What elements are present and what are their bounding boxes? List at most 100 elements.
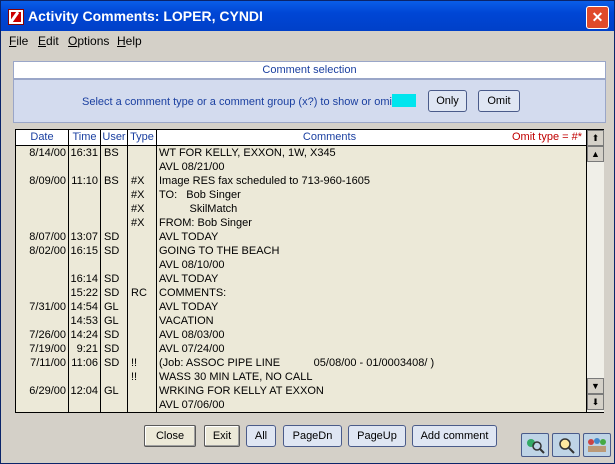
table-row[interactable]: #X FROM: Bob Singer: [16, 216, 585, 230]
cell-user: BS: [104, 147, 119, 159]
cell-time: [69, 370, 98, 384]
cell-comment: WT FOR KELLY, EXXON, 1W, X345: [159, 147, 336, 159]
scroll-bottom-button[interactable]: ⬇: [587, 394, 604, 410]
app-icon: [8, 9, 24, 25]
add-comment-button[interactable]: Add comment: [412, 425, 497, 447]
magnify-icon[interactable]: [552, 433, 580, 457]
scroll-up-button[interactable]: ▲: [587, 146, 604, 162]
vertical-scrollbar[interactable]: ⬆ ▲ ▼ ⬇: [586, 130, 604, 412]
people-search-icon[interactable]: [521, 433, 549, 457]
cell-type: !!: [131, 357, 138, 369]
omit-button[interactable]: Omit: [478, 90, 520, 112]
cell-comment: AVL TODAY: [159, 273, 219, 285]
cell-type: !!: [131, 371, 138, 383]
cell-time: 16:15: [70, 245, 98, 257]
cell-user: SD: [104, 343, 120, 355]
table-row[interactable]: 8/14/00 16:31 BS WT FOR KELLY, EXXON, 1W, X…: [16, 146, 585, 160]
cell-type: [131, 314, 155, 328]
cell-comment: AVL 08/10/00: [159, 259, 225, 271]
cell-time: 13:07: [70, 231, 98, 243]
cell-time: [69, 398, 98, 412]
table-row[interactable]: !! WASS 30 MIN LATE, NO CALL: [16, 370, 585, 384]
table-row[interactable]: 7/11/00 11:06 SD!! (Job: ASSOC PIPE LINE 05…: [16, 356, 585, 370]
table-row[interactable]: 7/26/00 14:24 SD AVL 08/03/00: [16, 328, 585, 342]
cell-type: [131, 328, 155, 342]
cell-user: [104, 258, 126, 272]
cell-user: [104, 370, 126, 384]
cell-type: [131, 342, 155, 356]
col-time-header[interactable]: Time: [69, 130, 101, 145]
cell-user: SD: [104, 273, 120, 285]
table-row[interactable]: 8/09/00 11:10 BS #X Image RES fax scheduled …: [16, 174, 585, 188]
cell-comment: GOING TO THE BEACH: [159, 245, 280, 257]
col-type-header[interactable]: Type: [128, 130, 157, 145]
cell-user: SD: [104, 329, 120, 341]
table-row[interactable]: AVL 08/10/00: [16, 258, 585, 272]
col-date-header[interactable]: Date: [16, 130, 69, 145]
table-row[interactable]: 15:22 SD RC COMMENTS:: [16, 286, 585, 300]
col-comments-header[interactable]: Comments: [157, 130, 502, 145]
cell-date: [16, 272, 66, 286]
cell-comment: FROM: Bob Singer: [159, 217, 252, 229]
cell-time: 14:54: [70, 301, 98, 313]
table-row[interactable]: 7/31/00 14:54 GL AVL TODAY: [16, 300, 585, 314]
table-row[interactable]: AVL 07/06/00: [16, 398, 585, 412]
pagedn-button[interactable]: PageDn: [283, 425, 342, 447]
cell-user: [104, 188, 126, 202]
table-row[interactable]: #X SkilMatch: [16, 202, 585, 216]
cell-comment: TO: Bob Singer: [159, 189, 241, 201]
exit-button[interactable]: Exit: [204, 425, 240, 447]
cell-time: 16:31: [70, 147, 98, 159]
menu-edit[interactable]: Edit: [38, 34, 59, 48]
group-icon[interactable]: [583, 433, 611, 457]
cell-date: [16, 202, 66, 216]
cell-type: #X: [131, 189, 145, 201]
cell-comment: VACATION: [159, 315, 214, 327]
cell-time: [69, 160, 98, 174]
table-row[interactable]: 6/29/00 12:04 GL WRKING FOR KELLY AT EXXON: [16, 384, 585, 398]
scroll-top-button[interactable]: ⬆: [587, 130, 604, 146]
cell-type: [131, 272, 155, 286]
cell-time: [69, 188, 98, 202]
cell-user: GL: [104, 301, 119, 313]
all-button[interactable]: All: [246, 425, 276, 447]
table-row[interactable]: 7/19/00 9:21 SD AVL 07/24/00: [16, 342, 585, 356]
title-bar[interactable]: Activity Comments: LOPER, CYNDI ✕: [1, 1, 614, 31]
table-row[interactable]: AVL 08/21/00: [16, 160, 585, 174]
only-button[interactable]: Only: [428, 90, 467, 112]
cell-type: #X: [131, 203, 145, 215]
menu-options[interactable]: Options: [68, 34, 109, 48]
cell-date: 8/09/00: [29, 175, 66, 187]
cell-date: [16, 370, 66, 384]
cell-user: GL: [104, 385, 119, 397]
cell-date: [16, 398, 66, 412]
cell-user: [104, 216, 126, 230]
cell-date: 8/14/00: [29, 147, 66, 159]
table-row[interactable]: #X TO: Bob Singer: [16, 188, 585, 202]
pageup-button[interactable]: PageUp: [348, 425, 406, 447]
col-user-header[interactable]: User: [101, 130, 128, 145]
cell-date: 8/07/00: [29, 231, 66, 243]
cell-user: BS: [104, 175, 119, 187]
cell-comment: COMMENTS:: [159, 287, 227, 299]
cell-time: [69, 216, 98, 230]
cell-time: [69, 202, 98, 216]
scroll-down-button[interactable]: ▼: [587, 378, 604, 394]
table-row[interactable]: 16:14 SD AVL TODAY: [16, 272, 585, 286]
cell-user: [104, 160, 126, 174]
cell-date: 8/02/00: [29, 245, 66, 257]
cell-date: 7/31/00: [29, 301, 66, 313]
cell-date: [16, 314, 66, 328]
menu-help[interactable]: Help: [117, 34, 142, 48]
table-row[interactable]: 8/02/00 16:15 SD GOING TO THE BEACH: [16, 244, 585, 258]
cell-date: [16, 160, 66, 174]
cell-user: SD: [104, 287, 120, 299]
comment-type-swatch[interactable]: [392, 94, 416, 107]
cell-time: 12:04: [70, 385, 98, 397]
table-row[interactable]: 8/07/00 13:07 SD AVL TODAY: [16, 230, 585, 244]
menu-file[interactable]: File: [9, 34, 28, 48]
close-button[interactable]: Close: [144, 425, 196, 447]
table-row[interactable]: 14:53 GL VACATION: [16, 314, 585, 328]
cell-comment: (Job: ASSOC PIPE LINE 05/08/00 - 01/0003…: [159, 357, 435, 369]
close-window-button[interactable]: ✕: [586, 6, 609, 29]
